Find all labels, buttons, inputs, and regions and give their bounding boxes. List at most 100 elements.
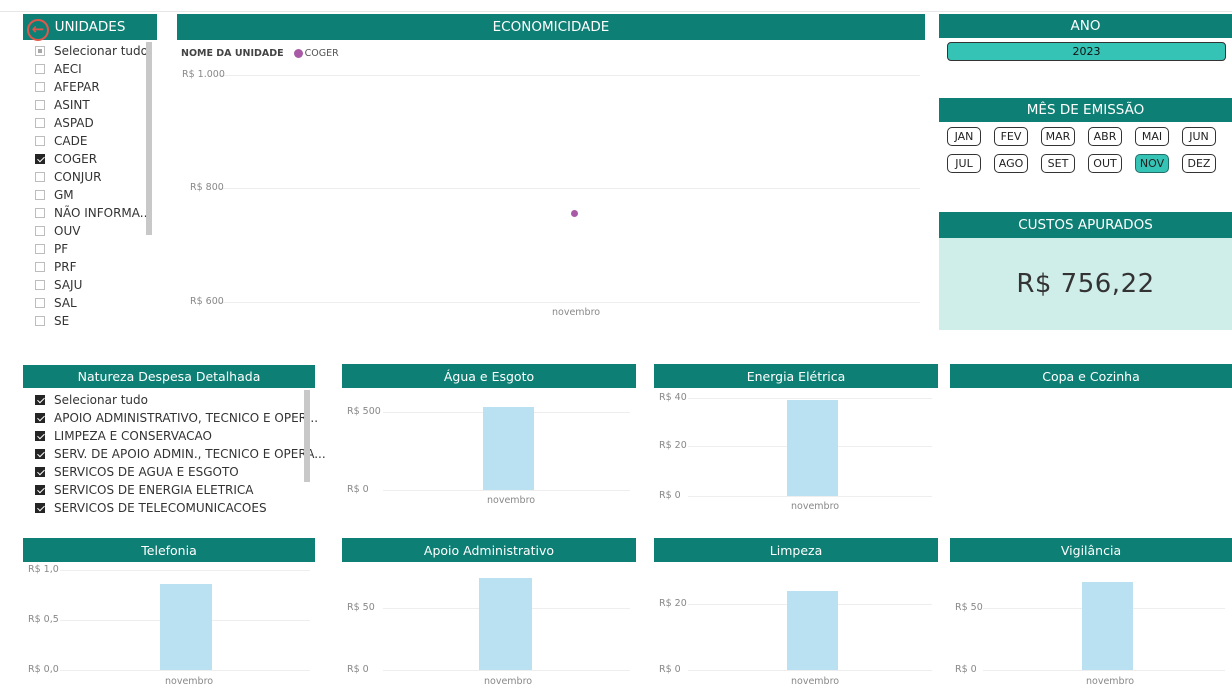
checkbox-icon[interactable] xyxy=(35,280,45,290)
mes-header: MÊS DE EMISSÃO xyxy=(939,98,1232,122)
slicer-item[interactable]: SERVICOS DE ENERGIA ELETRICA xyxy=(35,481,303,499)
checkbox-icon[interactable] xyxy=(35,449,45,459)
economicidade-header: ECONOMICIDADE xyxy=(177,14,925,40)
checkbox-icon[interactable] xyxy=(35,316,45,326)
slicer-item[interactable]: AFEPAR xyxy=(35,78,145,96)
slicer-item[interactable]: ASPAD xyxy=(35,114,145,132)
y-tick: R$ 20 xyxy=(659,440,687,451)
y-tick: R$ 500 xyxy=(347,406,381,417)
checkbox-icon[interactable] xyxy=(35,190,45,200)
slicer-item-label: SERV. DE APOIO ADMIN., TECNICO E OPERA..… xyxy=(54,447,326,461)
panel-header-vigilancia: Vigilância xyxy=(950,538,1232,562)
checkbox-icon[interactable] xyxy=(35,226,45,236)
checkbox-icon[interactable] xyxy=(35,172,45,182)
checkbox-icon[interactable] xyxy=(35,46,45,56)
checkbox-icon[interactable] xyxy=(35,262,45,272)
slicer-item-label: Selecionar tudo xyxy=(54,393,148,407)
natureza-header: Natureza Despesa Detalhada xyxy=(23,365,315,388)
checkbox-icon[interactable] xyxy=(35,503,45,513)
month-button-abr[interactable]: ABR xyxy=(1088,127,1122,146)
top-divider xyxy=(0,11,1232,12)
checkbox-icon[interactable] xyxy=(35,431,45,441)
panel-header-copa: Copa e Cozinha xyxy=(950,364,1232,388)
slicer-item[interactable]: SAJU xyxy=(35,276,145,294)
unidades-title: UNIDADES xyxy=(54,19,126,35)
y-tick: R$ 1.000 xyxy=(182,69,225,80)
x-tick: novembro xyxy=(1086,676,1135,687)
bar-energia[interactable] xyxy=(787,400,838,496)
slicer-item[interactable]: Selecionar tudo xyxy=(35,42,148,60)
slicer-item[interactable]: ASINT xyxy=(35,96,145,114)
grid-line xyxy=(983,670,1225,671)
slicer-item[interactable]: NÃO INFORMA... xyxy=(35,204,151,222)
bar-telefonia[interactable] xyxy=(160,584,212,670)
slicer-item-label: OUV xyxy=(54,224,81,238)
month-button-jul[interactable]: JUL xyxy=(947,154,981,173)
checkbox-icon[interactable] xyxy=(35,298,45,308)
month-button-dez[interactable]: DEZ xyxy=(1182,154,1216,173)
slicer-item[interactable]: SAL xyxy=(35,294,145,312)
y-tick: R$ 800 xyxy=(190,182,224,193)
slicer-item[interactable]: GM xyxy=(35,186,145,204)
month-button-ago[interactable]: AGO xyxy=(994,154,1028,173)
slicer-item[interactable]: SE xyxy=(35,312,145,330)
checkbox-icon[interactable] xyxy=(35,154,45,164)
year-2023-button[interactable]: 2023 xyxy=(947,42,1226,61)
checkbox-icon[interactable] xyxy=(35,467,45,477)
slicer-item[interactable]: SERVICOS DE TELECOMUNICACOES xyxy=(35,499,303,517)
checkbox-icon[interactable] xyxy=(35,208,45,218)
checkbox-icon[interactable] xyxy=(35,136,45,146)
slicer-item[interactable]: PRF xyxy=(35,258,145,276)
checkbox-icon[interactable] xyxy=(35,244,45,254)
checkbox-icon[interactable] xyxy=(35,82,45,92)
grid-line xyxy=(383,490,630,491)
slicer-item[interactable]: OUV xyxy=(35,222,145,240)
slicer-item[interactable]: CONJUR xyxy=(35,168,145,186)
slicer-item[interactable]: CADE xyxy=(35,132,145,150)
month-button-mar[interactable]: MAR xyxy=(1041,127,1075,146)
month-button-fev[interactable]: FEV xyxy=(994,127,1028,146)
bar-apoio[interactable] xyxy=(479,578,532,670)
bar-limpeza[interactable] xyxy=(787,590,838,670)
slicer-item-label: APOIO ADMINISTRATIVO, TECNICO E OPER... xyxy=(54,411,319,425)
back-arrow-icon[interactable]: ← xyxy=(27,19,49,41)
data-point-coger[interactable] xyxy=(571,209,578,217)
custos-header: CUSTOS APURADOS xyxy=(939,212,1232,238)
slicer-item[interactable]: APOIO ADMINISTRATIVO, TECNICO E OPER... xyxy=(35,409,318,427)
slicer-item-label: SE xyxy=(54,314,70,328)
checkbox-icon[interactable] xyxy=(35,64,45,74)
legend-title: NOME DA UNIDADE xyxy=(181,48,284,59)
slicer-item-label: SERVICOS DE TELECOMUNICACOES xyxy=(54,501,267,515)
slicer-item[interactable]: LIMPEZA E CONSERVACAO xyxy=(35,427,303,445)
y-tick: R$ 40 xyxy=(659,392,687,403)
month-button-set[interactable]: SET xyxy=(1041,154,1075,173)
bar-vigilancia[interactable] xyxy=(1082,581,1133,670)
slicer-item[interactable]: PF xyxy=(35,240,145,258)
y-tick: R$ 600 xyxy=(190,296,224,307)
natureza-scrollbar[interactable] xyxy=(304,390,310,482)
legend-series-label[interactable]: COGER xyxy=(305,48,339,59)
slicer-item[interactable]: AECI xyxy=(35,60,145,78)
custos-title: CUSTOS APURADOS xyxy=(1018,217,1153,233)
checkbox-icon[interactable] xyxy=(35,395,45,405)
checkbox-icon[interactable] xyxy=(35,413,45,423)
slicer-item[interactable]: SERVICOS DE AGUA E ESGOTO xyxy=(35,463,303,481)
panel-title: Limpeza xyxy=(769,542,823,558)
unidades-scrollbar[interactable] xyxy=(146,42,152,235)
month-button-mai[interactable]: MAI xyxy=(1135,127,1169,146)
checkbox-icon[interactable] xyxy=(35,485,45,495)
month-button-out[interactable]: OUT xyxy=(1088,154,1122,173)
month-button-nov[interactable]: NOV xyxy=(1135,154,1169,173)
x-tick: novembro xyxy=(165,676,214,687)
month-button-jun[interactable]: JUN xyxy=(1182,127,1216,146)
checkbox-icon[interactable] xyxy=(35,118,45,128)
slicer-item[interactable]: Selecionar tudo xyxy=(35,391,303,409)
month-button-jan[interactable]: JAN xyxy=(947,127,981,146)
bar-agua[interactable] xyxy=(483,407,534,490)
panel-header-limpeza: Limpeza xyxy=(654,538,938,562)
checkbox-icon[interactable] xyxy=(35,100,45,110)
natureza-slicer: Selecionar tudo APOIO ADMINISTRATIVO, TEC… xyxy=(35,391,326,517)
slicer-item[interactable]: COGER xyxy=(35,150,145,168)
slicer-item[interactable]: SERV. DE APOIO ADMIN., TECNICO E OPERA..… xyxy=(35,445,326,463)
natureza-title: Natureza Despesa Detalhada xyxy=(77,369,261,384)
